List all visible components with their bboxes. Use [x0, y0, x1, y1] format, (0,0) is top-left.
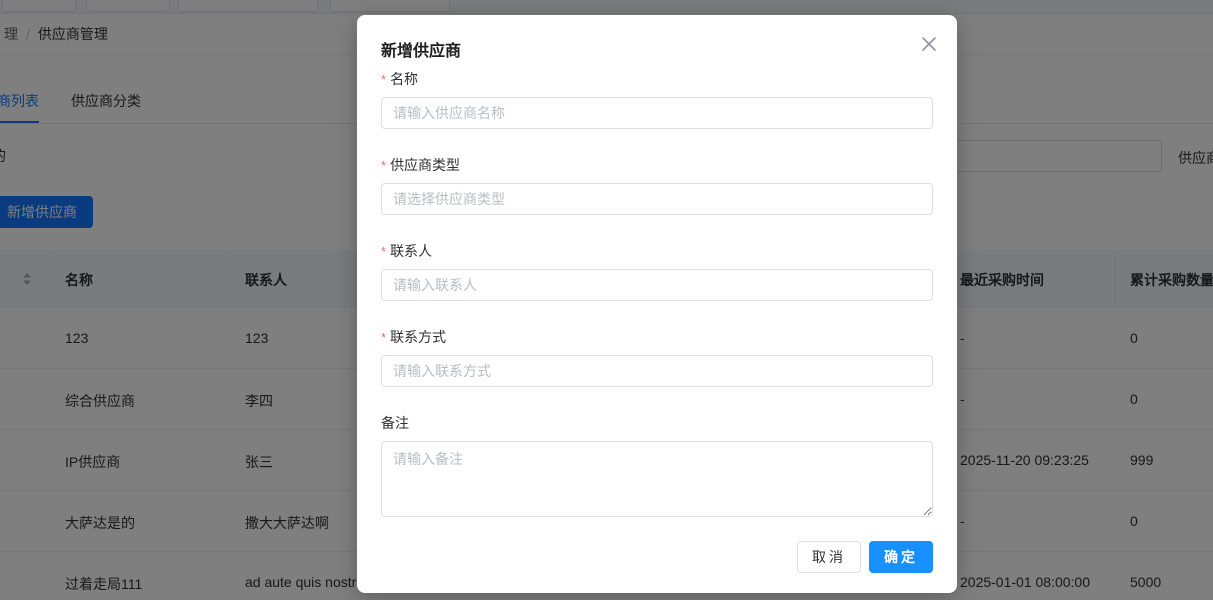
add-supplier-dialog: 新增供应商 *名称 *供应商类型 *联系人 *联系方式 备注 取消 确定 [357, 15, 957, 593]
label-text: 联系人 [390, 243, 433, 259]
field-label-contact: * 联系人 [381, 241, 432, 261]
required-mark: * [381, 72, 387, 87]
contact-method-input[interactable] [381, 355, 933, 387]
contact-person-input[interactable] [381, 269, 933, 301]
dialog-title: 新增供应商 [381, 43, 462, 60]
field-label-name: * 名称 [381, 69, 418, 89]
close-icon[interactable] [919, 34, 939, 54]
required-mark: * [381, 158, 387, 173]
field-label-remark: 备注 [381, 413, 409, 433]
label-text: 备注 [381, 415, 409, 431]
remark-textarea[interactable] [381, 441, 933, 517]
required-mark: * [381, 244, 387, 259]
required-mark: * [381, 330, 387, 345]
label-text: 联系方式 [390, 329, 447, 345]
supplier-type-select[interactable] [381, 183, 933, 215]
label-text: 名称 [390, 71, 419, 87]
label-text: 供应商类型 [390, 157, 461, 173]
cancel-button[interactable]: 取消 [797, 541, 861, 573]
confirm-button[interactable]: 确定 [869, 541, 933, 573]
supplier-name-input[interactable] [381, 97, 933, 129]
field-label-type: * 供应商类型 [381, 155, 460, 175]
field-label-phone: * 联系方式 [381, 327, 446, 347]
